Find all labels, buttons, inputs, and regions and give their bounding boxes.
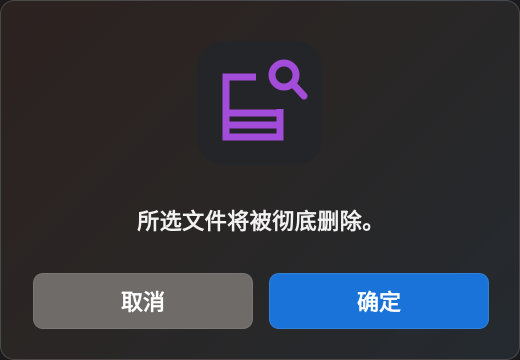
dialog-message: 所选文件将被彻底删除。 [137, 210, 385, 235]
cancel-button[interactable]: 取消 [33, 273, 253, 329]
delete-confirm-dialog: 所选文件将被彻底删除。 取消 确定 [0, 0, 520, 360]
file-search-icon [198, 41, 322, 165]
confirm-button[interactable]: 确定 [269, 273, 489, 329]
file-search-glyph [222, 59, 308, 141]
